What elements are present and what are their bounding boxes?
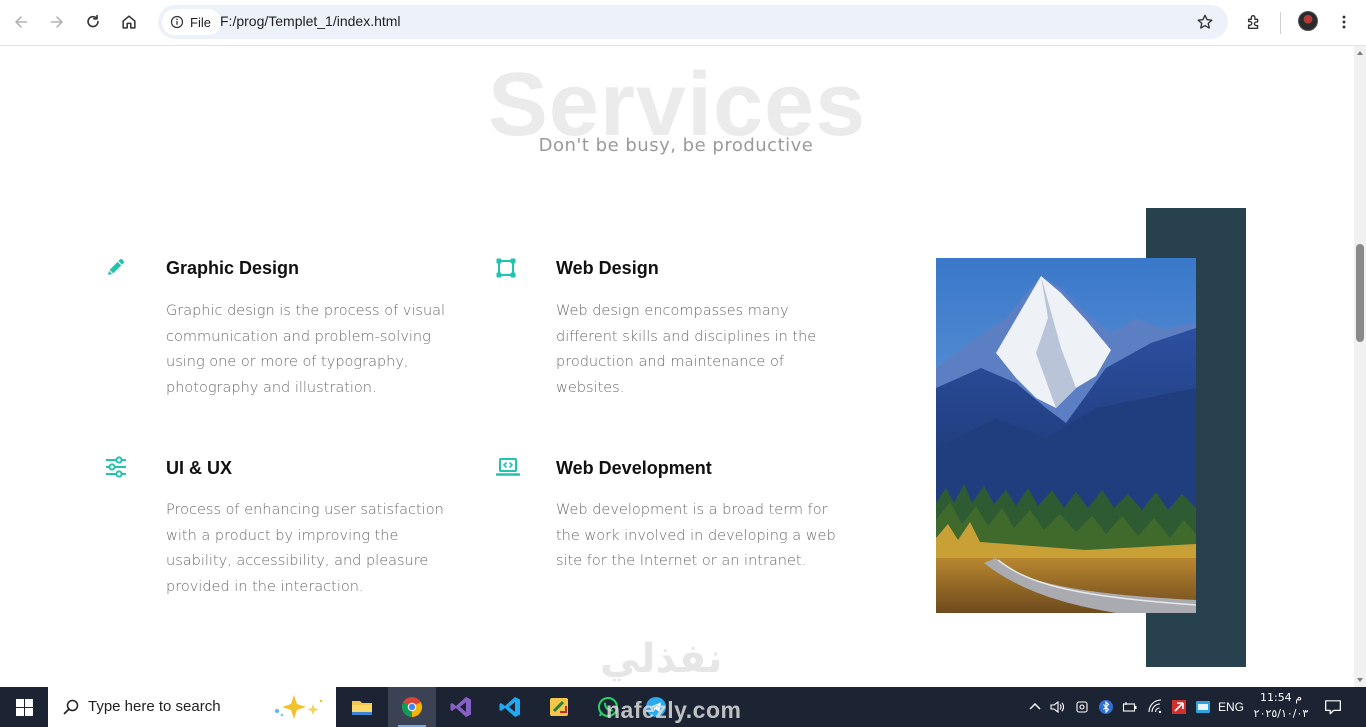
service-description: Graphic design is the process of visual … [166,303,446,396]
scroll-up-arrow[interactable] [1357,51,1363,55]
copilot-sparkle-icon[interactable] [268,693,328,721]
battery-icon[interactable] [1120,687,1140,727]
site-info-chip[interactable]: File [162,9,221,35]
menu-kebab-icon[interactable] [1331,9,1357,35]
info-icon [170,15,184,29]
taskbar-search-box[interactable]: Type here to search [48,687,336,727]
toolbar-divider [1280,12,1281,34]
reload-icon[interactable] [80,9,106,35]
wifi-icon[interactable] [1145,687,1165,727]
extensions-icon[interactable] [1241,9,1267,35]
address-bar[interactable]: File F:/prog/Templet_1/index.html [158,5,1228,39]
language-indicator[interactable]: ENG [1216,687,1246,727]
meet-now-icon[interactable] [1072,687,1092,727]
browser-toolbar: File F:/prog/Templet_1/index.html [0,0,1366,46]
search-placeholder: Type here to search [88,698,221,715]
clock-date: ٢٠٢٥/١٠/٠٣ [1253,707,1309,720]
scroll-thumb[interactable] [1356,244,1364,342]
page-scrollbar[interactable] [1354,46,1366,687]
section-subtitle: Don't be busy, be productive [538,135,814,156]
back-arrow-icon[interactable] [8,9,34,35]
search-icon [63,699,79,715]
page-viewport: Services Don't be busy, be productive Gr… [0,46,1354,687]
sliders-icon [104,455,128,479]
service-title: UI & UX [166,458,233,478]
url-text[interactable]: F:/prog/Templet_1/index.html [220,13,401,29]
service-title: Web Development [556,458,712,478]
scroll-down-arrow[interactable] [1357,678,1363,682]
mountain-landscape-image [936,258,1196,613]
watermark-arabic: نفذلي [600,636,723,682]
sticky-app-icon[interactable] [535,687,583,727]
visual-studio-icon[interactable] [437,687,485,727]
clock-time: 11:54 م [1259,691,1302,704]
watermark-latin: nafezly.com [606,697,742,723]
bluetooth-icon[interactable] [1096,687,1116,727]
service-description: Process of enhancing user satisfaction w… [166,502,444,595]
vscode-icon[interactable] [486,687,534,727]
amd-software-icon[interactable] [1169,687,1189,727]
site-chip-label: File [190,14,211,30]
windows-start-icon[interactable] [0,687,48,727]
service-title: Graphic Design [166,258,300,278]
profile-avatar[interactable] [1298,11,1318,31]
taskbar-clock[interactable]: 11:54 م ٢٠٢٥/١٠/٠٣ [1246,690,1316,722]
keyboard-app-icon[interactable] [1193,687,1213,727]
home-icon[interactable] [116,9,142,35]
laptop-code-icon [495,455,521,479]
service-description: Web design encompasses many different sk… [556,303,817,396]
vector-square-icon [494,256,518,280]
chrome-icon[interactable] [388,687,436,727]
pencil-icon [104,255,128,279]
notifications-icon[interactable] [1320,687,1346,727]
show-hidden-icons-chevron[interactable] [1026,687,1044,727]
windows-taskbar: Type here to search nafezly.com ENG 11:5… [0,687,1366,727]
volume-icon[interactable] [1047,687,1067,727]
service-description: Web development is a broad term for the … [556,502,836,569]
star-icon[interactable] [1196,13,1214,31]
file-explorer-icon[interactable] [338,687,386,727]
forward-arrow-icon[interactable] [44,9,70,35]
service-title: Web Design [556,258,659,278]
